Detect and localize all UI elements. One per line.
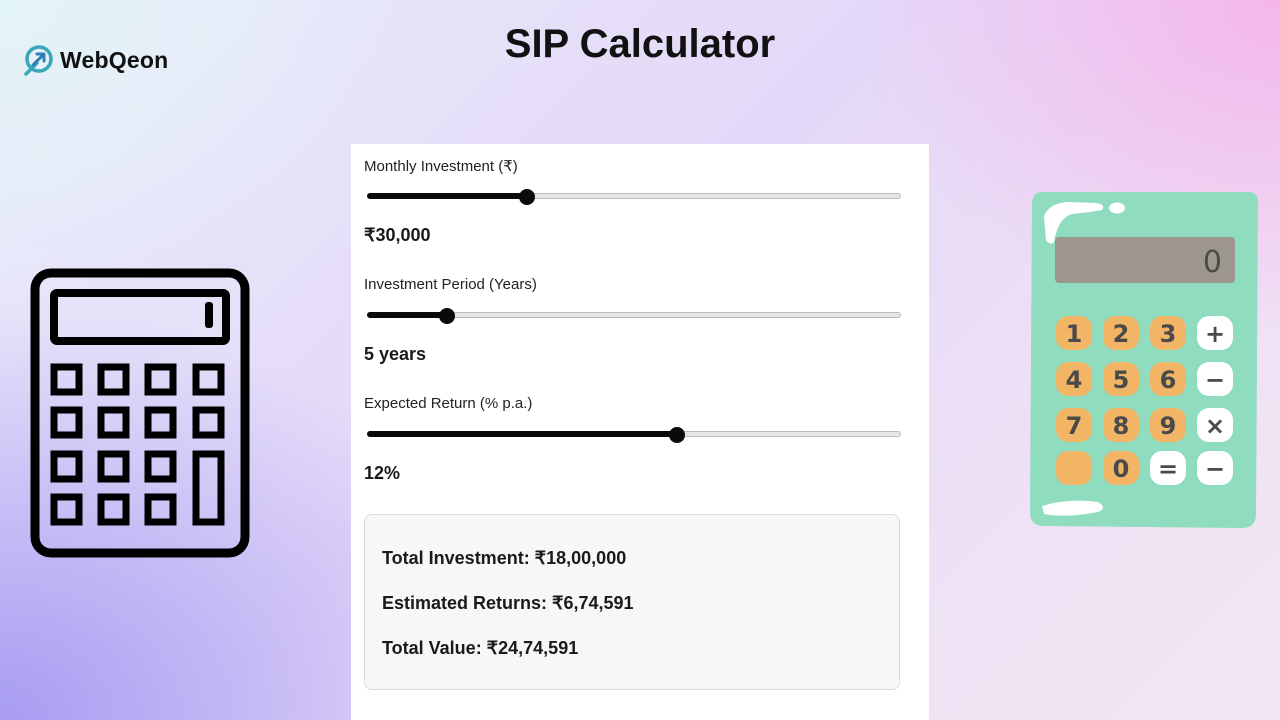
cartoon-key-label: × bbox=[1205, 412, 1225, 440]
slider-fill bbox=[367, 312, 448, 318]
monthly-investment-value: ₹30,000 bbox=[364, 225, 431, 245]
investment-period-label: Investment Period (Years) bbox=[364, 276, 537, 293]
calculator-cartoon-icon: 0 1 2 3 +4 5 6 −7 8 9 ×0 = − bbox=[1030, 192, 1258, 528]
investment-period-slider[interactable] bbox=[367, 308, 901, 324]
cartoon-key-label: 0 bbox=[1113, 455, 1130, 483]
monthly-investment-slider[interactable] bbox=[367, 189, 901, 205]
cartoon-display: 0 bbox=[1203, 245, 1222, 280]
total-value-result: Total Value: ₹24,74,591 bbox=[382, 638, 579, 658]
slider-thumb[interactable] bbox=[439, 308, 456, 324]
expected-return-label: Expected Return (% p.a.) bbox=[364, 395, 533, 412]
investment-period-value: 5 years bbox=[364, 344, 427, 364]
cartoon-key bbox=[1056, 451, 1092, 485]
cartoon-key-label: 5 bbox=[1113, 366, 1130, 394]
results-panel: Total Investment: ₹18,00,000 Estimated R… bbox=[364, 514, 900, 690]
cartoon-key-label: 9 bbox=[1160, 412, 1177, 440]
slider-thumb[interactable] bbox=[519, 189, 536, 205]
expected-return-value: 12% bbox=[364, 463, 401, 483]
sip-calculator-card: Monthly Investment (₹) ₹30,000 Investmen… bbox=[351, 144, 929, 720]
cartoon-key-label: 1 bbox=[1066, 320, 1083, 348]
total-investment-result: Total Investment: ₹18,00,000 bbox=[382, 548, 627, 568]
slider-thumb[interactable] bbox=[668, 427, 685, 443]
cartoon-key-label: 7 bbox=[1066, 412, 1083, 440]
cartoon-key-label: 8 bbox=[1113, 412, 1130, 440]
cartoon-key-label: − bbox=[1205, 366, 1225, 394]
cartoon-shine-dot bbox=[1109, 202, 1125, 214]
expected-return-slider[interactable] bbox=[367, 427, 901, 443]
cartoon-key-label: − bbox=[1205, 455, 1225, 483]
cartoon-key-label: 2 bbox=[1113, 320, 1130, 348]
cartoon-key-label: 3 bbox=[1160, 320, 1177, 348]
slider-fill bbox=[367, 193, 528, 199]
cartoon-key-label: = bbox=[1158, 455, 1178, 483]
slider-fill bbox=[367, 431, 677, 437]
cartoon-key-label: + bbox=[1205, 320, 1225, 348]
monthly-investment-label: Monthly Investment (₹) bbox=[364, 158, 518, 175]
cartoon-key-label: 4 bbox=[1066, 366, 1083, 394]
page-title: SIP Calculator bbox=[504, 22, 776, 66]
cartoon-key-label: 6 bbox=[1160, 366, 1177, 394]
calculator-outline-icon bbox=[30, 268, 250, 558]
estimated-returns-result: Estimated Returns: ₹6,74,591 bbox=[382, 593, 634, 613]
